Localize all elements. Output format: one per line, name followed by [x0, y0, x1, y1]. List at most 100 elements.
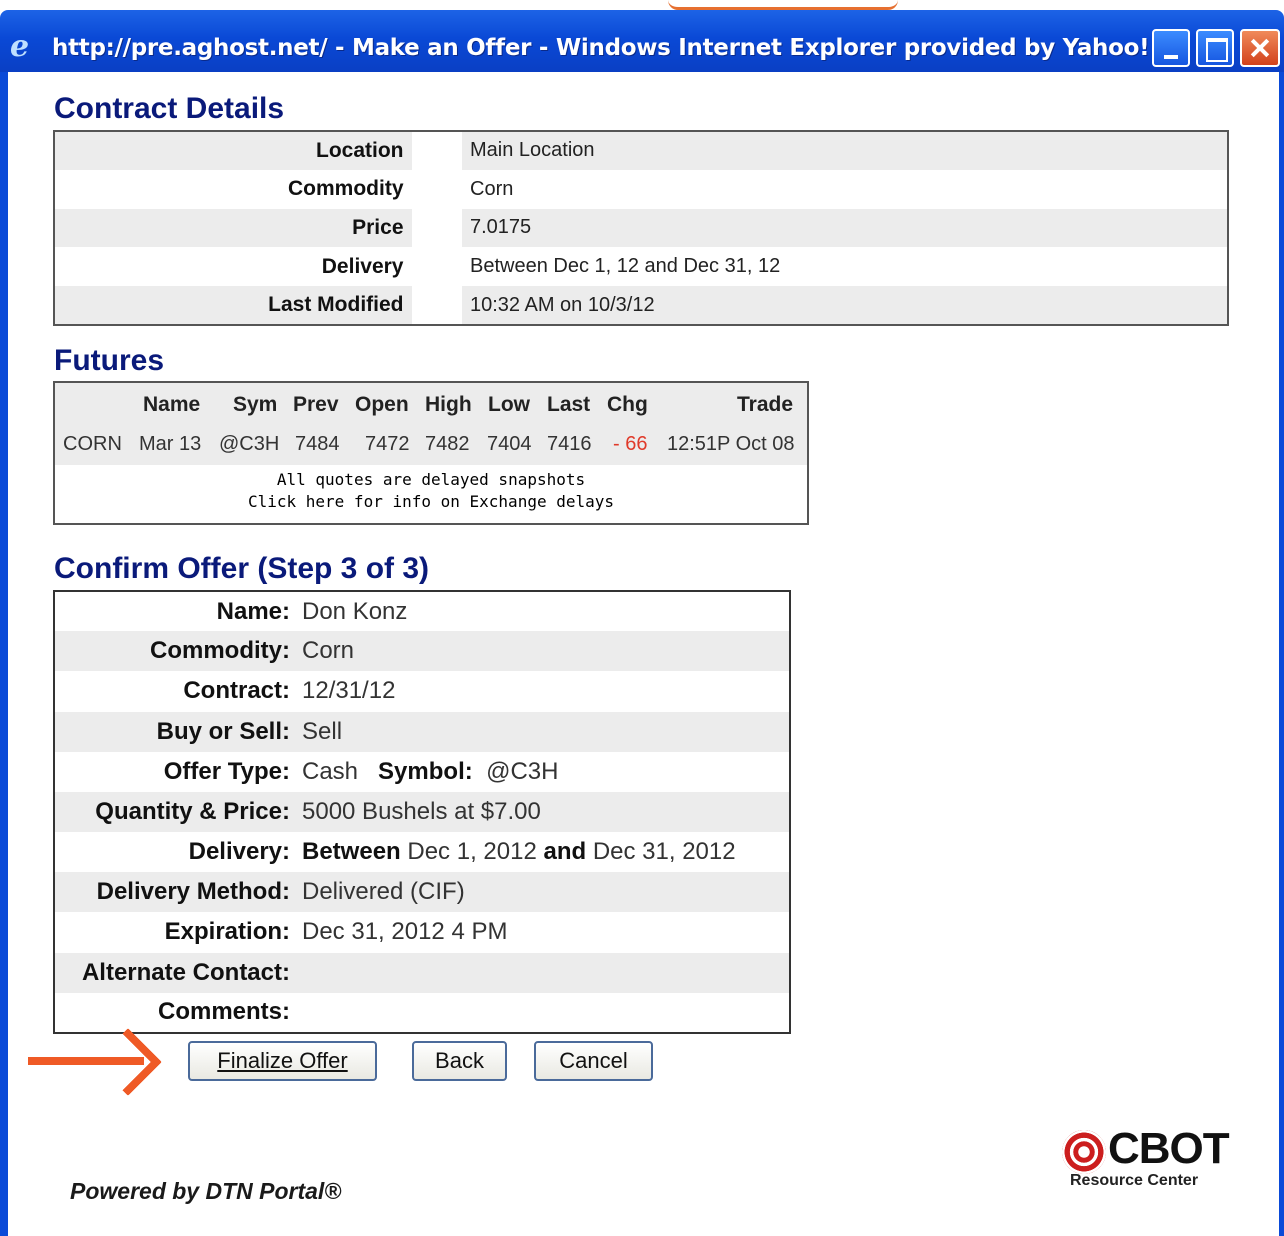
- offer-label-buy-or-sell: Buy or Sell:: [54, 711, 292, 752]
- contract-value-delivery: Between Dec 1, 12 and Dec 31, 12: [470, 255, 781, 278]
- back-button[interactable]: Back: [412, 1041, 507, 1081]
- futures-chg: - 66: [613, 433, 648, 455]
- offer-value-delivery: Between Dec 1, 2012 and Dec 31, 2012: [292, 832, 790, 872]
- table-row: Commodity Corn: [54, 169, 1228, 209]
- table-row: Price 7.0175: [54, 208, 1228, 248]
- table-row: Expiration: Dec 31, 2012 4 PM: [54, 912, 790, 952]
- window-frame-right: [1279, 72, 1284, 1236]
- offer-value-buy-or-sell: Sell: [292, 711, 790, 752]
- symbol-value: @C3H: [486, 757, 559, 785]
- top-accent-decoration: [668, 0, 898, 10]
- window-frame-left: [0, 72, 8, 1236]
- delay-note: All quotes are delayed snapshots Click h…: [55, 469, 807, 513]
- contract-label-commodity: Commodity: [288, 177, 404, 201]
- contract-value-location: Main Location: [462, 131, 1228, 170]
- table-row: Commodity: Corn: [54, 631, 790, 672]
- powered-by-text: Powered by DTN Portal®: [70, 1178, 342, 1204]
- maximize-icon[interactable]: [1196, 29, 1234, 67]
- offer-value-offer-type: Cash Symbol: @C3H: [292, 752, 790, 792]
- table-row: Offer Type: Cash Symbol: @C3H: [54, 752, 790, 792]
- arrow-head-icon: [94, 1028, 162, 1096]
- ie-icon: e: [10, 29, 30, 64]
- window-titlebar[interactable]: e http://pre.aghost.net/ - Make an Offer…: [0, 10, 1284, 72]
- confirm-offer-table: Name: Don Konz Commodity: Corn Contract:…: [53, 590, 791, 1034]
- close-icon[interactable]: [1240, 29, 1280, 67]
- contract-label-last-modified: Last Modified: [54, 286, 412, 325]
- futures-heading: Futures: [54, 344, 165, 377]
- offer-label-alternate-contact: Alternate Contact:: [54, 952, 292, 993]
- offer-label-offer-type: Offer Type:: [163, 757, 290, 785]
- cbot-logo[interactable]: CBOT Resource Center: [1062, 1124, 1242, 1194]
- minimize-icon[interactable]: [1152, 29, 1190, 67]
- offer-value-contract: 12/31/12: [302, 677, 396, 705]
- delivery-end: Dec 31, 2012: [592, 838, 736, 866]
- table-row: Name: Don Konz: [54, 591, 790, 631]
- table-row: Location Main Location: [54, 131, 1228, 170]
- table-row: Quantity & Price: 5000 Bushels at $7.00: [54, 791, 790, 833]
- table-row: Contract: 12/31/12: [54, 671, 790, 711]
- contract-label-price: Price: [54, 208, 412, 248]
- table-row: Delivery Method: Delivered (CIF): [54, 872, 790, 913]
- futures-open: 7472: [365, 433, 410, 455]
- offer-value-expiration: Dec 31, 2012 4 PM: [302, 918, 508, 946]
- offer-label-name: Name:: [216, 597, 290, 625]
- futures-trade: 12:51P Oct 08: [667, 433, 795, 455]
- contract-label-delivery: Delivery: [321, 254, 404, 278]
- offer-value-comments: [292, 993, 790, 1033]
- col-header-trade: Trade: [737, 393, 794, 416]
- offer-value-delivery-method: Delivered (CIF): [292, 872, 790, 913]
- offer-label-commodity: Commodity:: [54, 631, 292, 672]
- offer-value-alternate-contact: [292, 952, 790, 993]
- offer-label-delivery-method: Delivery Method:: [54, 872, 292, 913]
- delay-note-text: All quotes are delayed snapshots: [276, 470, 586, 489]
- contract-details-table: Location Main Location Commodity Corn Pr…: [53, 130, 1229, 326]
- futures-last: 7416: [547, 433, 592, 455]
- cbot-target-icon: [1062, 1130, 1106, 1174]
- futures-quote-table: Name Sym Prev Open High Low Last Chg Tra…: [53, 381, 809, 525]
- offer-label-quantity-price: Quantity & Price:: [54, 791, 292, 833]
- offer-label-delivery: Delivery:: [188, 838, 290, 866]
- col-header-open: Open: [355, 393, 409, 416]
- table-row: Buy or Sell: Sell: [54, 711, 790, 752]
- futures-prev: 7484: [295, 433, 340, 455]
- window-title: http://pre.aghost.net/ - Make an Offer -…: [52, 35, 1150, 61]
- exchange-delays-link[interactable]: Click here for info on Exchange delays: [55, 491, 807, 513]
- futures-header-row: Name Sym Prev Open High Low Last Chg Tra…: [55, 383, 807, 425]
- futures-name: Mar 13: [139, 433, 202, 455]
- table-row: Delivery: Between Dec 1, 2012 and Dec 31…: [54, 832, 790, 872]
- delivery-between: Between: [302, 838, 401, 866]
- delivery-start: Dec 1, 2012: [407, 838, 537, 866]
- col-header-chg: Chg: [607, 393, 648, 416]
- futures-commodity: CORN: [63, 433, 122, 455]
- contract-value-last-modified: 10:32 AM on 10/3/12: [462, 286, 1228, 325]
- cancel-button[interactable]: Cancel: [534, 1041, 653, 1081]
- table-row: CORN Mar 13 @C3H 7484 7472 7482 7404 741…: [55, 425, 807, 465]
- offer-type-value: Cash: [302, 757, 359, 785]
- offer-value-commodity: Corn: [292, 631, 790, 672]
- col-header-sym: Sym: [233, 393, 278, 416]
- offer-label-contract: Contract:: [183, 677, 290, 705]
- contract-details-heading: Contract Details: [54, 92, 285, 125]
- offer-label-expiration: Expiration:: [164, 918, 290, 946]
- cbot-logo-text: CBOT: [1108, 1124, 1230, 1173]
- futures-sym: @C3H: [219, 433, 280, 455]
- table-row: Alternate Contact:: [54, 952, 790, 993]
- table-row: Delivery Between Dec 1, 12 and Dec 31, 1…: [54, 247, 1228, 287]
- symbol-label: Symbol:: [378, 757, 473, 785]
- table-row: Last Modified 10:32 AM on 10/3/12: [54, 286, 1228, 325]
- col-header-prev: Prev: [293, 393, 339, 416]
- finalize-offer-button[interactable]: Finalize Offer: [188, 1041, 377, 1081]
- table-row: Comments:: [54, 993, 790, 1033]
- contract-value-commodity: Corn: [470, 177, 514, 200]
- col-header-high: High: [425, 393, 472, 416]
- contract-label-location: Location: [54, 131, 412, 170]
- col-header-name: Name: [143, 393, 201, 416]
- delivery-and: and: [543, 838, 587, 866]
- col-header-last: Last: [547, 393, 591, 416]
- contract-value-price: 7.0175: [462, 208, 1228, 248]
- col-header-low: Low: [488, 393, 530, 416]
- cbot-logo-subtitle: Resource Center: [1070, 1172, 1199, 1189]
- offer-value-name: Don Konz: [302, 597, 408, 625]
- offer-value-quantity-price: 5000 Bushels at $7.00: [292, 791, 790, 833]
- futures-high: 7482: [425, 433, 470, 455]
